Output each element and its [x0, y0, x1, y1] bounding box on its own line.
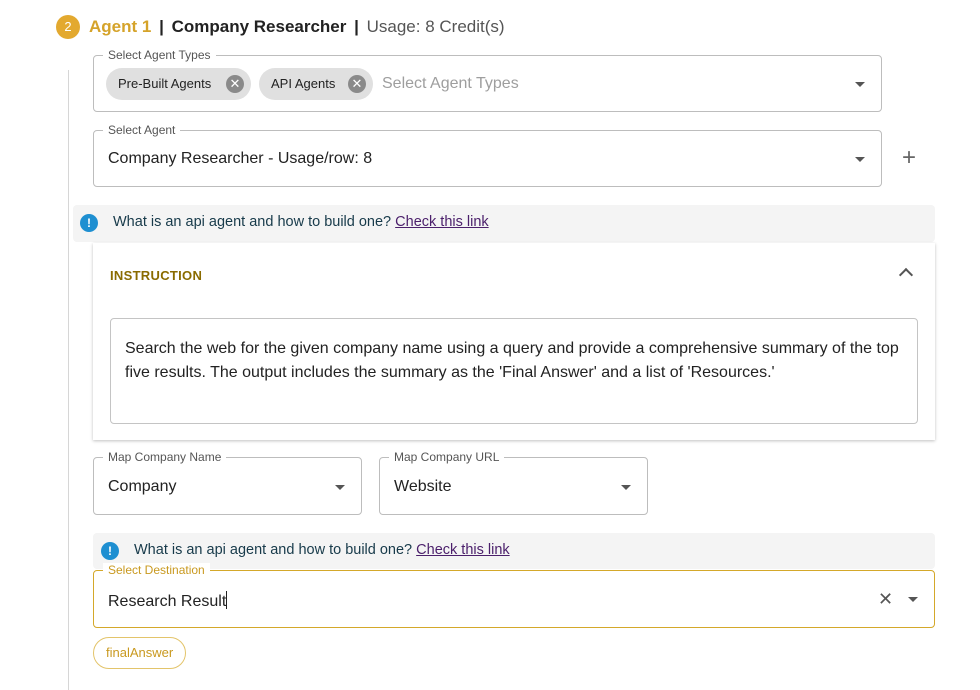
info-icon: ! — [101, 542, 119, 560]
instruction-textarea[interactable]: Search the web for the given company nam… — [110, 318, 918, 424]
info-alert-message: What is an api agent and how to build on… — [134, 542, 413, 558]
dropdown-arrow-icon[interactable] — [855, 157, 865, 162]
chevron-up-icon[interactable] — [898, 267, 914, 283]
map-company-url-value: Website — [394, 478, 452, 495]
info-alert-text: What is an api agent and how to build on… — [113, 214, 489, 230]
dropdown-arrow-icon[interactable] — [621, 485, 631, 490]
check-this-link[interactable]: Check this link — [395, 214, 488, 230]
dropdown-arrow-icon[interactable] — [908, 597, 918, 602]
agent-types-select[interactable]: Select Agent Types Pre-Built Agents ✕ AP… — [93, 48, 882, 112]
add-agent-plus-icon[interactable]: + — [898, 146, 920, 171]
usage-credits: Usage: 8 Credit(s) — [366, 17, 505, 36]
check-this-link[interactable]: Check this link — [416, 542, 509, 558]
agent-label: Agent 1 — [89, 17, 152, 36]
instruction-text: Search the web for the given company nam… — [125, 340, 899, 381]
chip-label: API Agents — [271, 76, 336, 91]
map-company-url-select[interactable]: Map Company URL Website — [379, 450, 648, 515]
chip-pre-built-agents[interactable]: Pre-Built Agents ✕ — [106, 68, 251, 100]
map-company-name-label: Map Company Name — [103, 450, 227, 464]
destination-label: Select Destination — [103, 563, 210, 577]
info-icon: ! — [80, 214, 98, 232]
info-alert-message: What is an api agent and how to build on… — [113, 214, 392, 230]
header-separator-2: | — [354, 17, 359, 36]
destination-value: Research Result — [108, 593, 227, 610]
header-separator: | — [159, 17, 164, 36]
step-connector-line — [68, 70, 69, 690]
step-header: Agent 1 | Company Researcher | Usage: 8 … — [89, 15, 505, 39]
agent-name: Company Researcher — [171, 17, 347, 36]
chip-api-agents[interactable]: API Agents ✕ — [259, 68, 373, 100]
chip-label: Pre-Built Agents — [118, 76, 212, 91]
agent-select[interactable]: Select Agent Company Researcher - Usage/… — [93, 123, 882, 187]
clear-icon[interactable]: ✕ — [878, 590, 893, 608]
map-company-name-select[interactable]: Map Company Name Company — [93, 450, 362, 515]
agent-select-value: Company Researcher - Usage/row: 8 — [108, 150, 373, 167]
agent-types-label: Select Agent Types — [103, 48, 216, 62]
info-alert-text: What is an api agent and how to build on… — [134, 542, 510, 558]
dropdown-arrow-icon[interactable] — [335, 485, 345, 490]
info-alert: ! What is an api agent and how to build … — [93, 533, 935, 569]
chip-remove-icon[interactable]: ✕ — [226, 75, 244, 93]
text-cursor — [226, 591, 228, 609]
map-company-url-label: Map Company URL — [389, 450, 505, 464]
dropdown-arrow-icon[interactable] — [855, 82, 865, 87]
map-company-name-value: Company — [108, 478, 177, 495]
instruction-accordion: INSTRUCTION Search the web for the given… — [93, 243, 935, 440]
output-chip-final-answer[interactable]: finalAnswer — [93, 637, 187, 669]
instruction-title[interactable]: INSTRUCTION — [110, 268, 202, 283]
agent-select-label: Select Agent — [103, 123, 181, 137]
agent-types-placeholder[interactable]: Select Agent Types — [382, 75, 519, 93]
destination-select[interactable]: Select Destination Research Result ✕ — [93, 563, 935, 628]
destination-input[interactable]: Research Result — [108, 591, 228, 611]
info-alert: ! What is an api agent and how to build … — [73, 205, 935, 242]
chip-remove-icon[interactable]: ✕ — [348, 75, 366, 93]
step-number-badge: 2 — [56, 15, 80, 39]
